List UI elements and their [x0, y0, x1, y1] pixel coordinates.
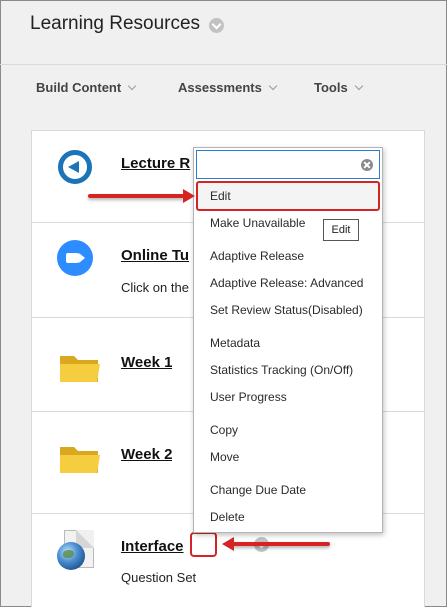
item-title-week-1[interactable]: Week 1	[121, 354, 172, 371]
chevron-down-icon	[268, 81, 278, 91]
menu-search-input[interactable]	[196, 150, 380, 179]
menu-item-set-review-status[interactable]: Set Review Status(Disabled)	[210, 303, 363, 317]
annotation-arrow-line	[88, 194, 186, 198]
menu-item-copy[interactable]: Copy	[210, 423, 238, 437]
page-title: Learning Resources	[30, 13, 201, 34]
lecture-play-icon	[58, 150, 92, 184]
assessments-menu[interactable]: Assessments	[178, 80, 278, 95]
item-title-lecture[interactable]: Lecture R	[121, 155, 193, 172]
item-description-interface: Question Set	[121, 570, 197, 585]
build-content-menu[interactable]: Build Content	[36, 80, 137, 95]
assessments-label: Assessments	[178, 80, 262, 95]
menu-item-edit[interactable]: Edit	[210, 189, 231, 203]
item-title-online[interactable]: Online Tu	[121, 247, 193, 264]
globe-icon	[57, 542, 85, 570]
menu-item-move[interactable]: Move	[210, 450, 239, 464]
item-description-online: Click on the	[121, 280, 189, 295]
arrow-right-icon	[183, 189, 195, 203]
annotation-arrow-line	[232, 542, 330, 546]
menu-item-metadata[interactable]: Metadata	[210, 336, 260, 350]
menu-item-change-due-date[interactable]: Change Due Date	[210, 483, 306, 497]
chevron-down-circle-icon[interactable]	[209, 18, 224, 33]
chevron-down-icon	[127, 81, 137, 91]
item-title-interface[interactable]: Interface	[121, 538, 184, 555]
menu-item-delete[interactable]: Delete	[210, 510, 245, 524]
folder-icon	[60, 356, 100, 382]
menu-item-adaptive-release[interactable]: Adaptive Release	[210, 249, 304, 263]
tooltip: Edit	[323, 219, 359, 241]
annotation-highlight-box	[190, 532, 217, 557]
build-content-label: Build Content	[36, 80, 122, 95]
clear-icon[interactable]	[361, 159, 373, 171]
arrow-left-icon	[222, 537, 234, 551]
tools-label: Tools	[314, 80, 348, 95]
menu-item-adaptive-release-advanced[interactable]: Adaptive Release: Advanced	[210, 276, 363, 290]
item-title-week-2[interactable]: Week 2	[121, 446, 172, 463]
menu-item-make-unavailable[interactable]: Make Unavailable	[210, 216, 305, 230]
zoom-video-icon	[57, 240, 93, 276]
menu-item-statistics-tracking[interactable]: Statistics Tracking (On/Off)	[210, 363, 353, 377]
menu-item-user-progress[interactable]: User Progress	[210, 390, 287, 404]
tools-menu[interactable]: Tools	[314, 80, 363, 95]
folder-icon	[60, 447, 100, 473]
chevron-down-icon	[354, 81, 363, 91]
toolbar-divider	[0, 64, 447, 65]
